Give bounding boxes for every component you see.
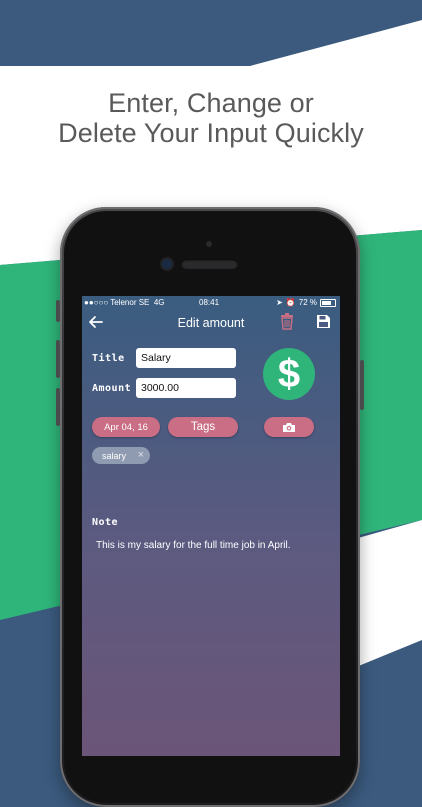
headline-line-1: Enter, Change or: [108, 87, 314, 118]
note-text[interactable]: This is my salary for the full time job …: [96, 540, 291, 551]
app-screen: ●●○○○ Telenor SE 4G 08:41 ➤ ⏰ 72 % Edit …: [82, 296, 340, 756]
battery-icon: [320, 298, 336, 307]
save-icon[interactable]: [316, 314, 331, 329]
side-button-mute: [56, 300, 60, 322]
camera-icon: [283, 422, 295, 432]
side-button-volume-down: [56, 388, 60, 426]
side-button-power: [360, 360, 364, 410]
nav-bar: Edit amount: [82, 310, 340, 336]
page-title: Edit amount: [177, 316, 245, 330]
tag-chip-label: salary: [102, 450, 127, 461]
trash-icon[interactable]: [280, 313, 294, 330]
status-time: 08:41: [199, 298, 220, 307]
title-input[interactable]: Salary: [136, 348, 236, 368]
headline-banner: Enter, Change or Delete Your Input Quick…: [0, 66, 422, 169]
camera-button[interactable]: [264, 417, 314, 437]
side-button-volume-up: [56, 340, 60, 378]
tags-button[interactable]: Tags: [168, 417, 238, 437]
alarm-icon: ⏰: [285, 298, 296, 307]
amount-label: Amount: [92, 383, 132, 394]
tag-chip[interactable]: salary ×: [92, 447, 150, 464]
location-icon: ➤: [276, 298, 283, 307]
battery-percent: 72 %: [298, 298, 317, 307]
close-icon[interactable]: ×: [138, 449, 144, 461]
front-camera-icon: [162, 259, 172, 269]
carrier-text: ●●○○○ Telenor SE 4G: [84, 298, 165, 307]
amount-input[interactable]: 3000.00: [136, 378, 236, 398]
status-right: ➤ ⏰ 72 %: [276, 298, 336, 307]
note-label: Note: [92, 517, 119, 528]
date-button[interactable]: Apr 04, 16: [92, 417, 160, 437]
phone-sensor: [206, 241, 212, 247]
headline-line-2: Delete Your Input Quickly: [58, 117, 364, 148]
dollar-icon[interactable]: $: [263, 348, 315, 400]
status-bar: ●●○○○ Telenor SE 4G 08:41 ➤ ⏰ 72 %: [82, 296, 340, 309]
phone-speaker: [181, 259, 238, 269]
title-label: Title: [92, 353, 125, 364]
